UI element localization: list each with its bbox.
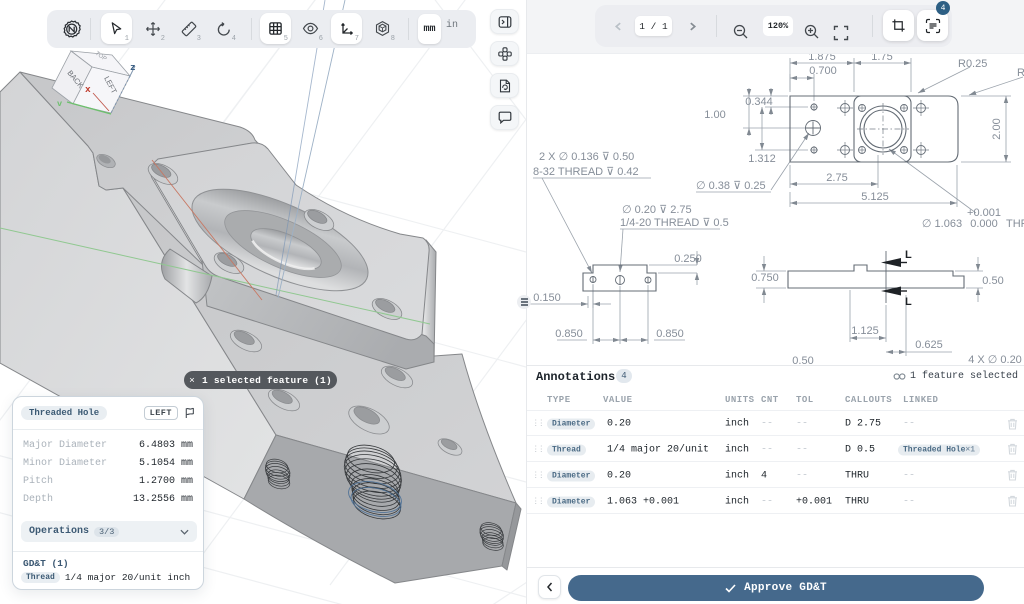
svg-text:R0.25: R0.25	[1017, 67, 1024, 79]
svg-text:0.250: 0.250	[674, 253, 702, 265]
svg-text:0.50: 0.50	[792, 355, 813, 365]
svg-text:1.312: 1.312	[748, 153, 776, 165]
svg-text:0.750: 0.750	[751, 272, 779, 284]
svg-text:0.000: 0.000	[970, 218, 998, 230]
svg-text:0.625: 0.625	[915, 339, 943, 351]
svg-text:0.850: 0.850	[555, 328, 583, 340]
svg-text:1/4-20 THREAD ⊽ 0.5: 1/4-20 THREAD ⊽ 0.5	[620, 217, 729, 229]
svg-text:2.00: 2.00	[991, 118, 1003, 139]
svg-text:v: v	[57, 99, 62, 109]
svg-text:∅ 1.063: ∅ 1.063	[922, 218, 962, 230]
svg-text:5.125: 5.125	[861, 191, 889, 203]
svg-text:1.875: 1.875	[808, 54, 836, 63]
svg-text:x: x	[85, 84, 91, 95]
svg-text:z: z	[130, 62, 136, 73]
svg-text:2 X ∅ 0.136 ⊽ 0.50: 2 X ∅ 0.136 ⊽ 0.50	[539, 151, 634, 163]
svg-text:0.700: 0.700	[809, 65, 837, 77]
svg-text:∅ 0.20 ⊽ 2.75: ∅ 0.20 ⊽ 2.75	[622, 204, 692, 216]
svg-text:1.75: 1.75	[871, 54, 892, 63]
svg-text:0.50: 0.50	[982, 275, 1003, 287]
svg-text:L: L	[905, 249, 912, 261]
svg-text:R0.25: R0.25	[958, 58, 987, 70]
svg-text:0.150: 0.150	[533, 292, 561, 304]
svg-text:4 X ∅ 0.20: 4 X ∅ 0.20	[968, 354, 1022, 365]
svg-text:∅ 0.38 ⊽ 0.25: ∅ 0.38 ⊽ 0.25	[696, 180, 766, 192]
svg-text:1.00: 1.00	[704, 109, 725, 121]
svg-text:8-32 THREAD ⊽ 0.42: 8-32 THREAD ⊽ 0.42	[533, 166, 639, 178]
svg-text:L: L	[905, 296, 912, 308]
svg-text:0.344: 0.344	[745, 96, 773, 108]
svg-text:1.125: 1.125	[851, 325, 879, 337]
svg-text:2.75: 2.75	[826, 172, 847, 184]
svg-text:THRU: THRU	[1006, 218, 1024, 230]
svg-text:0.850: 0.850	[656, 328, 684, 340]
